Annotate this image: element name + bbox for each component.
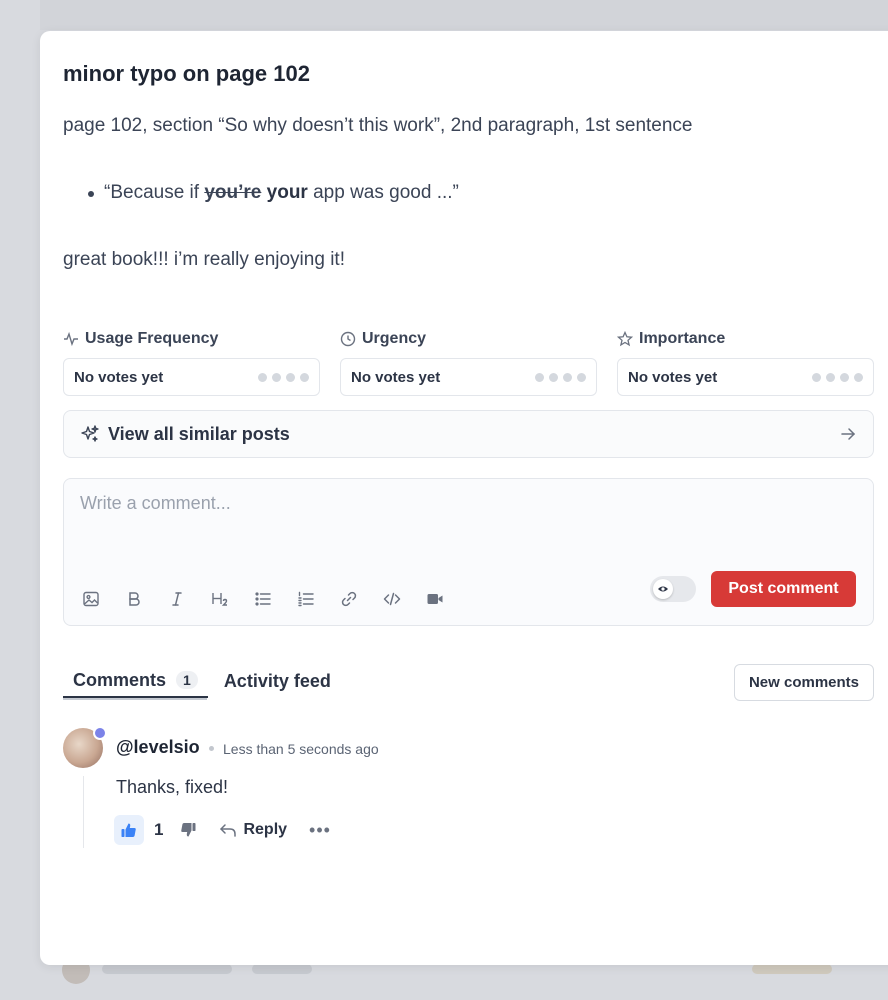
- post-bullet: “Because if you’re your app was good ...…: [104, 182, 459, 204]
- post-comment-button[interactable]: Post comment: [711, 571, 856, 607]
- eye-icon: [653, 579, 673, 599]
- vote-label: Urgency: [362, 330, 427, 347]
- vote-dots: [258, 372, 309, 382]
- corrected-text: your: [266, 182, 308, 203]
- image-icon[interactable]: [82, 590, 100, 608]
- numbered-list-icon[interactable]: [297, 590, 315, 608]
- comment-text: Thanks, fixed!: [116, 777, 229, 797]
- sparkle-icon: [81, 425, 99, 442]
- vote-label: Usage Frequency: [85, 330, 219, 347]
- post-title: minor typo on page 102: [63, 61, 310, 86]
- thumbs-up-icon[interactable]: [114, 815, 144, 845]
- separator-dot: [209, 746, 214, 751]
- comment-author[interactable]: @levelsio: [116, 737, 200, 758]
- arrow-right-icon: [841, 428, 856, 440]
- vote-dots: [812, 372, 863, 382]
- comment-timestamp: Less than 5 seconds ago: [223, 741, 379, 757]
- tab-activity-feed[interactable]: Activity feed: [214, 664, 341, 698]
- code-icon[interactable]: [383, 590, 401, 608]
- vote-label: Importance: [639, 330, 726, 347]
- comments-count-badge: 1: [176, 671, 198, 689]
- more-options-icon[interactable]: •••: [309, 820, 331, 841]
- comment-composer[interactable]: Write a comment... Post comment: [63, 478, 874, 626]
- vote-value: No votes yet: [351, 368, 441, 386]
- link-icon[interactable]: [340, 590, 358, 608]
- vote-dots: [535, 372, 586, 382]
- vote-value: No votes yet: [628, 368, 718, 386]
- vote-selector[interactable]: No votes yet: [340, 358, 597, 396]
- struck-text: you’re: [204, 182, 262, 203]
- visibility-toggle[interactable]: [650, 576, 696, 602]
- comment-actions: 1 Reply •••: [114, 815, 331, 845]
- backdrop-text: [102, 964, 232, 974]
- star-icon: [617, 331, 633, 347]
- vote-usage-frequency: Usage Frequency No votes yet: [63, 328, 320, 396]
- bullet-prefix: “Because if: [104, 182, 205, 203]
- post-paragraph: great book!!! i’m really enjoying it!: [63, 249, 345, 270]
- tab-comments-label: Comments: [73, 669, 167, 690]
- backdrop-text: [752, 964, 832, 974]
- vote-selector[interactable]: No votes yet: [63, 358, 320, 396]
- bold-icon[interactable]: [125, 590, 143, 608]
- backdrop-header: [40, 0, 888, 30]
- comment-tabs: Comments 1 Activity feed: [63, 664, 341, 700]
- view-similar-posts-button[interactable]: View all similar posts: [63, 410, 874, 458]
- clock-icon: [340, 331, 356, 347]
- activity-icon: [64, 331, 78, 347]
- video-icon[interactable]: [426, 590, 444, 608]
- view-similar-label: View all similar posts: [108, 423, 290, 444]
- comment-item: @levelsio Less than 5 seconds ago Thanks…: [63, 726, 863, 848]
- formatting-toolbar: [82, 590, 444, 608]
- post-paragraph: page 102, section “So why doesn’t this w…: [63, 115, 693, 136]
- reply-label: Reply: [243, 821, 288, 838]
- like-count: 1: [154, 820, 164, 839]
- backdrop-text: [252, 964, 312, 974]
- vote-selector[interactable]: No votes yet: [617, 358, 874, 396]
- italic-icon[interactable]: [168, 590, 186, 608]
- tab-activity-label: Activity feed: [223, 670, 331, 691]
- vote-urgency: Urgency No votes yet: [340, 328, 597, 396]
- reply-icon: [220, 824, 237, 837]
- new-comments-button[interactable]: New comments: [734, 664, 874, 701]
- bullet-dot: [88, 191, 94, 197]
- thumbs-down-icon[interactable]: [177, 819, 199, 841]
- post-modal: minor typo on page 102 page 102, section…: [40, 31, 888, 965]
- heading-icon[interactable]: [211, 590, 229, 608]
- comment-input[interactable]: Write a comment...: [80, 493, 231, 514]
- vote-value: No votes yet: [74, 368, 164, 386]
- bullet-list-icon[interactable]: [254, 590, 272, 608]
- bullet-suffix: app was good ...”: [307, 182, 459, 203]
- tab-comments[interactable]: Comments 1: [63, 664, 208, 698]
- verified-badge-icon: [93, 726, 107, 740]
- vote-importance: Importance No votes yet: [617, 328, 874, 396]
- thread-line: [83, 776, 84, 848]
- reply-button[interactable]: Reply: [219, 821, 287, 839]
